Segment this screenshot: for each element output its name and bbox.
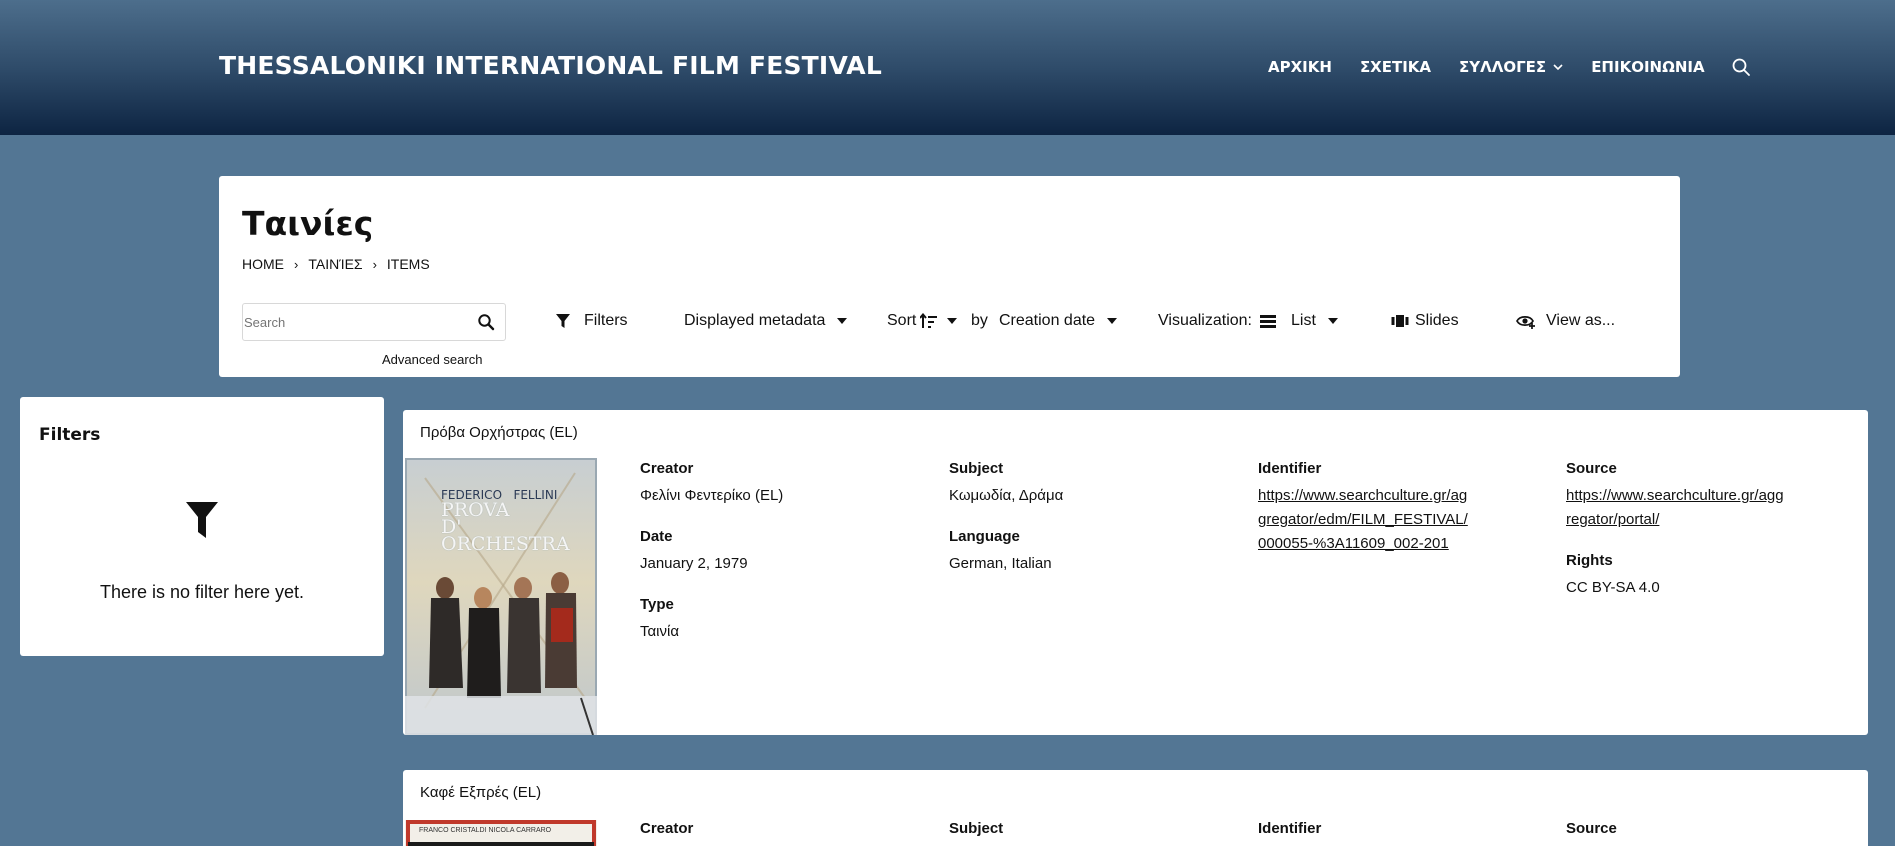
item-title[interactable]: Καφέ Εξπρές (EL) [420,784,541,801]
collection-header-panel: Ταινίες HOME › ΤΑΙΝΊΕΣ › ITEMS Advanced … [219,176,1680,377]
rights-value: CC BY-SA 4.0 [1566,579,1660,596]
sort-order-dropdown[interactable]: Sort [887,312,958,330]
subject-value: Κωμωδία, Δράμα [949,487,1064,504]
poster-credits-text: FRANCO CRISTALDI NICOLA CARRARO [419,827,552,834]
breadcrumb-home[interactable]: HOME [242,256,284,272]
page-title: Ταινίες [242,204,374,243]
filter-icon [186,502,218,538]
slides-view-button[interactable]: Slides [1391,312,1459,330]
slides-icon [1391,315,1409,327]
visualization-label: Visualization: [1158,312,1252,330]
chevron-down-icon [1553,64,1563,71]
list-icon [1260,315,1276,328]
rights-label: Rights [1566,552,1613,569]
site-title[interactable]: THESSALONIKI INTERNATIONAL FILM FESTIVAL [219,51,882,80]
caret-down-icon [1327,318,1338,324]
identifier-label: Identifier [1258,820,1322,837]
metadata-column-3: Identifier https://www.searchculture.gr/… [1258,460,1468,576]
poster-title-line: ORCHESTRA [441,533,570,555]
type-label: Type [640,596,674,613]
creator-label: Creator [640,460,694,477]
displayed-metadata-dropdown[interactable]: Displayed metadata [684,312,848,330]
slides-view-label: Slides [1415,312,1459,329]
search-box [242,303,506,341]
main-nav: ΑΡΧΙΚΗ ΣΧΕΤΙΚΑ ΣΥΛΛΟΓΕΣ ΕΠΙΚΟΙΝΩΝΙΑ [1268,57,1751,77]
filters-panel: Filters There is no filter here yet. [20,397,384,656]
item-card: Πρόβα Ορχήστρας (EL) FEDERICO FELLINI PR… [403,410,1868,735]
subject-label: Subject [949,820,1004,837]
advanced-search-link[interactable]: Advanced search [382,352,482,367]
filter-icon [556,314,570,328]
nav-item-contact[interactable]: ΕΠΙΚΟΙΝΩΝΙΑ [1591,58,1704,76]
metadata-column-2: Subject [949,820,1239,846]
sort-by-label: by [971,312,988,330]
language-label: Language [949,528,1020,545]
subject-label: Subject [949,460,1004,477]
sort-by-text: by [971,312,988,329]
sort-field-dropdown[interactable]: Creation date [999,312,1118,330]
metadata-column-4: Source [1566,820,1856,846]
breadcrumb: HOME › ΤΑΙΝΊΕΣ › ITEMS [242,256,430,272]
poster-title-text: PROVA D' ORCHESTRA [441,501,570,555]
type-value: Ταινία [640,623,680,640]
source-label: Source [1566,820,1617,837]
filters-empty-message: There is no filter here yet. [99,582,305,602]
chevron-right-icon: › [372,256,377,272]
nav-item-label: ΑΡΧΙΚΗ [1268,58,1332,76]
caret-down-icon [947,318,958,324]
sort-field-label: Creation date [999,312,1096,329]
source-link[interactable]: https://www.searchculture.gr/aggregator/… [1566,484,1786,532]
breadcrumb-items: ITEMS [386,256,430,272]
item-thumbnail[interactable]: FEDERICO FELLINI PROVA D' ORCHESTRA [405,458,597,735]
creator-label: Creator [640,820,694,837]
filters-button-label: Filters [584,312,628,329]
nav-item-home[interactable]: ΑΡΧΙΚΗ [1268,58,1332,76]
search-icon[interactable] [477,313,495,331]
date-value: January 2, 1979 [640,555,748,572]
creator-value: Φελίνι Φεντερίκο (EL) [640,487,784,504]
search-icon[interactable] [1731,57,1751,77]
search-input[interactable] [243,307,463,337]
metadata-column-2: Subject Κωμωδία, Δράμα Language German, … [949,460,1239,596]
metadata-column-1: Creator Φελίνι Φεντερίκο (EL) Date Janua… [640,460,930,664]
sort-ascending-icon [920,313,938,328]
filters-button[interactable]: Filters [554,312,628,330]
sort-label: Sort [887,312,917,329]
caret-down-icon [1107,318,1118,324]
visualization-text: Visualization: [1158,312,1252,329]
filters-panel-title: Filters [39,425,101,445]
nav-item-collections[interactable]: ΣΥΛΛΟΓΕΣ [1459,58,1563,76]
displayed-metadata-label: Displayed metadata [684,312,826,329]
identifier-label: Identifier [1258,460,1322,477]
view-as-label: View as... [1546,312,1616,329]
view-as-button[interactable]: View as... [1516,312,1615,330]
item-card: Καφέ Εξπρές (EL) FRANCO CRISTALDI NICOLA… [403,770,1868,846]
source-label: Source [1566,460,1617,477]
language-value: German, Italian [949,555,1052,572]
nav-item-label: ΣΥΛΛΟΓΕΣ [1459,58,1547,76]
eye-plus-icon [1516,316,1535,329]
list-view-label: List [1291,312,1316,329]
metadata-column-1: Creator [640,820,930,846]
nav-item-label: ΕΠΙΚΟΙΝΩΝΙΑ [1591,58,1705,76]
nav-item-about[interactable]: ΣΧΕΤΙΚΑ [1360,58,1431,76]
caret-down-icon [837,318,848,324]
list-view-dropdown[interactable]: List [1259,312,1338,330]
site-header: THESSALONIKI INTERNATIONAL FILM FESTIVAL… [0,0,1895,135]
date-label: Date [640,528,673,545]
metadata-column-4: Source https://www.searchculture.gr/aggr… [1566,460,1786,620]
nav-item-label: ΣΧΕΤΙΚΑ [1359,58,1432,76]
chevron-right-icon: › [294,256,299,272]
item-thumbnail[interactable]: FRANCO CRISTALDI NICOLA CARRARO [405,820,597,846]
metadata-column-3: Identifier [1258,820,1548,846]
breadcrumb-collection[interactable]: ΤΑΙΝΊΕΣ [308,256,362,272]
item-title[interactable]: Πρόβα Ορχήστρας (EL) [420,424,578,441]
identifier-link[interactable]: https://www.searchculture.gr/aggregator/… [1258,484,1468,556]
